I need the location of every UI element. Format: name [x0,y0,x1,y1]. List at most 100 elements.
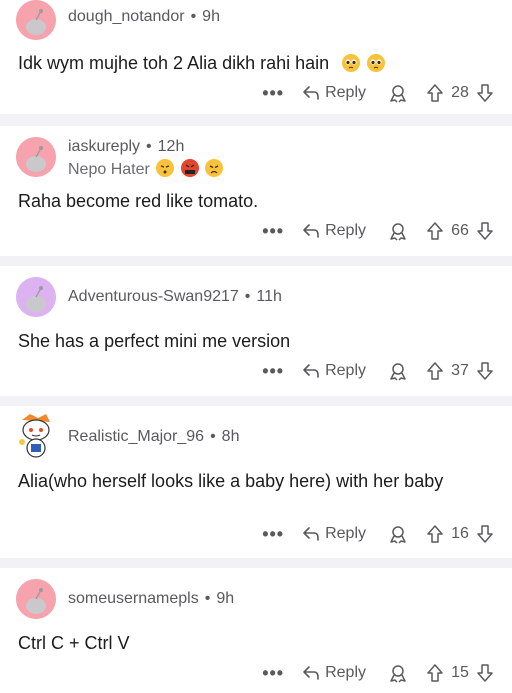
separator-dot: • [244,288,251,305]
award-button[interactable] [388,361,408,381]
downvote-arrow-icon [477,84,493,102]
downvote-arrow-icon [477,664,493,682]
reply-arrow-icon [303,224,319,238]
timestamp: 8h [221,428,240,445]
award-button[interactable] [388,524,408,544]
reply-button[interactable]: Reply [302,664,366,682]
award-icon [390,85,406,103]
timestamp: 11h [256,288,282,305]
comment-meta: dough_notandor • 9h [68,8,220,26]
reply-label: Reply [325,84,366,101]
username[interactable]: Realistic_Major_96 [68,428,204,445]
reply-button[interactable]: Reply [302,362,366,380]
upvote-arrow-icon [427,222,443,240]
reply-label: Reply [325,362,366,379]
comment-body: Alia(who herself looks like a baby here)… [18,470,462,493]
user-flair: Nepo Hater [68,159,224,179]
username[interactable]: someusernamepls [68,590,199,607]
custom-snoo-avatar-icon [19,414,50,458]
award-button[interactable] [388,221,408,241]
comment-actions: ••• Reply 16 [262,521,494,547]
comment-text: Raha become red like tomato. [18,191,259,211]
upvote-arrow-icon [427,84,443,102]
award-button[interactable] [388,663,408,683]
comment-body: She has a perfect mini me version [18,330,472,353]
separator-dot: • [146,138,152,155]
comment-actions: ••• Reply 66 [262,218,494,244]
avatar[interactable] [16,277,56,317]
separator-dot: • [190,8,197,25]
comment-meta: someusernamepls • 9h [68,590,234,608]
more-options-icon[interactable]: ••• [262,361,284,382]
downvote-button[interactable] [476,663,494,683]
more-options-icon[interactable]: ••• [262,221,284,242]
award-button[interactable] [388,83,408,103]
comment-text: Alia(who herself looks like a baby here)… [18,471,444,491]
reply-button[interactable]: Reply [302,222,366,240]
more-options-icon[interactable]: ••• [262,663,284,684]
upvote-arrow-icon [427,362,443,380]
upvote-button[interactable] [426,83,444,103]
downvote-button[interactable] [476,221,494,241]
comment-actions: ••• Reply 37 [262,358,494,384]
snoo-avatar-icon [16,0,56,40]
snoo-avatar-icon [16,579,56,619]
downvote-button[interactable] [476,361,494,381]
comment-text: She has a perfect mini me version [18,331,291,351]
more-options-icon[interactable]: ••• [262,83,284,104]
vote-score: 15 [451,664,469,681]
comment-card: dough_notandor • 9h Idk wym mujhe toh 2 Al… [0,0,512,114]
more-options-icon[interactable]: ••• [262,524,284,545]
separator-dot: • [204,590,211,607]
downvote-arrow-icon [477,525,493,543]
reply-arrow-icon [303,666,319,680]
comment-actions: ••• Reply 28 [262,80,494,106]
reply-arrow-icon [303,527,319,541]
award-icon [390,223,406,241]
avatar[interactable] [16,0,56,40]
upvote-button[interactable] [426,524,444,544]
downvote-button[interactable] [476,83,494,103]
comment-meta: iaskureply • 12h [68,138,184,156]
reply-label: Reply [325,525,366,542]
snoo-avatar-icon [16,137,56,177]
steam-face-emoji-icon [156,159,175,177]
vote-score: 37 [451,362,469,379]
username[interactable]: dough_notandor [68,8,185,25]
pleading-face-emoji-icon [367,54,386,72]
timestamp: 12h [157,138,185,155]
reply-label: Reply [325,222,366,239]
username[interactable]: iaskureply [68,138,140,155]
username[interactable]: Adventurous-Swan9217 [68,288,239,305]
upvote-button[interactable] [426,221,444,241]
timestamp: 9h [202,8,220,25]
upvote-button[interactable] [426,663,444,683]
upvote-button[interactable] [426,361,444,381]
comment-body: Ctrl C + Ctrl V [18,632,472,655]
reply-button[interactable]: Reply [302,525,366,543]
avatar[interactable] [16,137,56,177]
downvote-button[interactable] [476,524,494,544]
comment-meta: Adventurous-Swan9217 • 11h [68,288,282,306]
reply-arrow-icon [303,364,319,378]
reply-button[interactable]: Reply [302,84,366,102]
comment-card: iaskureply • 12h Nepo Hater Raha become re… [0,126,512,256]
separator-dot: • [210,428,216,445]
comment-text: Idk wym mujhe toh 2 Alia dikh rahi hain [18,53,330,73]
downvote-arrow-icon [477,222,493,240]
avatar[interactable] [16,579,56,619]
comment-actions: ••• Reply 15 [262,660,494,686]
avatar[interactable] [12,412,58,460]
award-icon [390,665,406,683]
comment-text: Ctrl C + Ctrl V [18,633,130,653]
comment-body: Raha become red like tomato. [18,190,472,213]
cursing-face-emoji-icon [180,159,199,177]
reply-arrow-icon [303,86,319,100]
comment-card: someusernamepls • 9h Ctrl C + Ctrl V ••• R… [0,568,512,693]
pleading-face-emoji-icon [342,54,361,72]
comment-card: Realistic_Major_96 • 8h Alia(who herself l… [0,406,512,558]
comment-meta: Realistic_Major_96 • 8h [68,428,239,446]
award-icon [390,363,406,381]
vote-score: 28 [451,84,469,101]
upvote-arrow-icon [427,525,443,543]
